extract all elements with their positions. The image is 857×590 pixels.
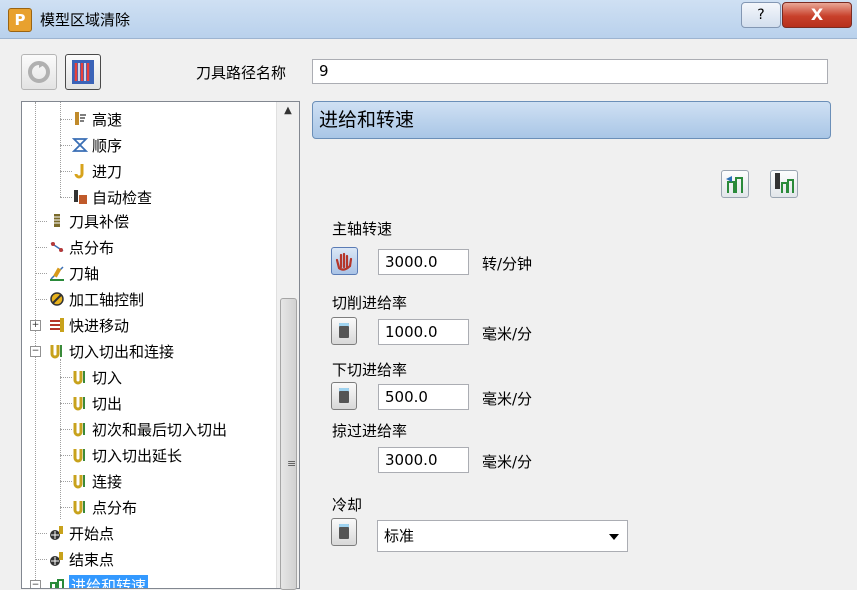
point-distribution-icon xyxy=(50,242,64,252)
skim-feed-label: 掠过进给率 xyxy=(332,422,408,440)
tool-compensation-icon xyxy=(54,214,60,227)
spindle-speed-input[interactable]: 3000.0 xyxy=(378,249,469,275)
toolpath-name-input[interactable]: 9 xyxy=(312,59,828,84)
recalculate-button[interactable] xyxy=(21,54,57,90)
app-icon: P xyxy=(8,8,32,32)
skim-feed-unit: 毫米/分 xyxy=(482,453,533,471)
feeds-speeds-icon xyxy=(50,579,64,588)
tree-item-end-point[interactable]: 结束点 xyxy=(49,548,114,570)
spindle-speed-label: 主轴转速 xyxy=(332,220,393,238)
order-icon xyxy=(72,138,88,152)
skim-feed-input[interactable]: 3000.0 xyxy=(378,447,469,473)
start-point-icon xyxy=(50,526,63,540)
first-last-lead-icon xyxy=(73,423,85,437)
spindle-speed-button[interactable] xyxy=(331,247,358,275)
tree-scrollbar[interactable]: ▲ ≡ xyxy=(276,102,299,590)
toolpath-preview-icon xyxy=(72,60,94,84)
scroll-thumb[interactable]: ≡ xyxy=(280,298,297,590)
cutting-feed-calculator-button[interactable] xyxy=(331,317,357,345)
end-point-icon xyxy=(50,552,63,566)
plunge-feed-input[interactable]: 500.0 xyxy=(378,384,469,410)
coolant-calculator-button[interactable] xyxy=(331,518,357,546)
cutting-feed-input[interactable]: 1000.0 xyxy=(378,319,469,345)
tree-item-plunge[interactable]: 进刀 xyxy=(72,160,122,182)
tree-item-tool-compensation[interactable]: 刀具补偿 xyxy=(49,210,129,232)
tree-item-high-speed[interactable]: 高速 xyxy=(72,108,122,130)
tree-guide xyxy=(60,102,61,197)
tree-item-links[interactable]: 连接 xyxy=(72,470,122,492)
dropdown-arrow-icon xyxy=(609,534,619,540)
selected-tree-label: 进给和转速 xyxy=(69,574,149,588)
close-button[interactable]: X xyxy=(782,2,852,28)
leads-links-icon xyxy=(50,345,62,359)
tree-item-lead-extension[interactable]: 切入切出延长 xyxy=(72,444,182,466)
lead-out-icon xyxy=(73,397,85,411)
tree-item-tool-axis[interactable]: 刀轴 xyxy=(49,262,99,284)
tree-item-auto-check[interactable]: 自动检查 xyxy=(72,186,152,208)
cutting-feed-label: 切削进给率 xyxy=(332,294,408,312)
lead-extension-icon xyxy=(73,449,85,463)
hand-icon xyxy=(335,252,353,271)
load-feeds-button[interactable] xyxy=(721,170,749,198)
toolpath-preview-button[interactable] xyxy=(65,54,101,90)
recalculate-icon xyxy=(28,61,50,83)
high-speed-icon xyxy=(75,112,86,125)
expand-toggle[interactable]: + xyxy=(30,320,41,331)
lead-in-icon xyxy=(73,371,85,385)
scroll-grip-icon: ≡ xyxy=(287,457,297,470)
tree-item-axis-control[interactable]: 加工轴控制 xyxy=(49,288,144,310)
coolant-select-value: 标准 xyxy=(384,527,415,545)
collapse-toggle[interactable]: − xyxy=(30,346,41,357)
help-button[interactable]: ? xyxy=(741,2,781,28)
plunge-icon xyxy=(74,164,84,179)
coolant-label: 冷却 xyxy=(332,496,363,514)
plunge-feed-label: 下切进给率 xyxy=(332,361,408,379)
strategy-tree[interactable]: 高速 顺序 进刀 自动检查 刀具补偿 点分布 刀轴 加工轴控制 + 快进移动 − xyxy=(21,101,300,589)
tree-item-start-point[interactable]: 开始点 xyxy=(49,522,114,544)
toolpath-name-label: 刀具路径名称 xyxy=(196,64,287,82)
point-distribution-icon xyxy=(73,501,85,515)
title-bar: P 模型区域清除 ? X xyxy=(0,0,857,39)
scroll-up-arrow[interactable]: ▲ xyxy=(277,102,299,120)
plunge-feed-unit: 毫米/分 xyxy=(482,390,533,408)
tree-item-lead-out[interactable]: 切出 xyxy=(72,392,122,414)
tool-feeds-button[interactable] xyxy=(770,170,798,198)
panel-title: 进给和转速 xyxy=(312,101,831,139)
tree-item-lead-in[interactable]: 切入 xyxy=(72,366,122,388)
rapid-move-icon xyxy=(50,318,64,332)
plunge-feed-calculator-button[interactable] xyxy=(331,382,357,410)
links-icon xyxy=(73,475,85,489)
tool-feeds-icon xyxy=(775,173,794,193)
toolpath-name-value: 9 xyxy=(319,62,329,80)
coolant-select[interactable]: 标准 xyxy=(377,520,628,552)
tree-item-rapid-move[interactable]: 快进移动 xyxy=(49,314,129,336)
tree-guide xyxy=(60,359,61,519)
axis-control-icon xyxy=(50,292,64,306)
tree-item-feeds-speeds[interactable]: 进给和转速 xyxy=(49,574,149,588)
tree-item-order[interactable]: 顺序 xyxy=(72,134,122,156)
reset-feeds-icon xyxy=(726,176,743,193)
tree-item-point-distribution[interactable]: 点分布 xyxy=(49,236,114,258)
collapse-toggle[interactable]: − xyxy=(30,580,41,588)
tree-item-first-last-leads[interactable]: 初次和最后切入切出 xyxy=(72,418,227,440)
auto-check-icon xyxy=(74,190,87,204)
tool-axis-icon xyxy=(50,266,64,281)
cutting-feed-unit: 毫米/分 xyxy=(482,325,533,343)
tree-item-leads-links[interactable]: 切入切出和连接 xyxy=(49,340,174,362)
window-title: 模型区域清除 xyxy=(40,11,131,29)
spindle-speed-unit: 转/分钟 xyxy=(482,255,533,273)
tree-item-lead-point-distribution[interactable]: 点分布 xyxy=(72,496,137,518)
